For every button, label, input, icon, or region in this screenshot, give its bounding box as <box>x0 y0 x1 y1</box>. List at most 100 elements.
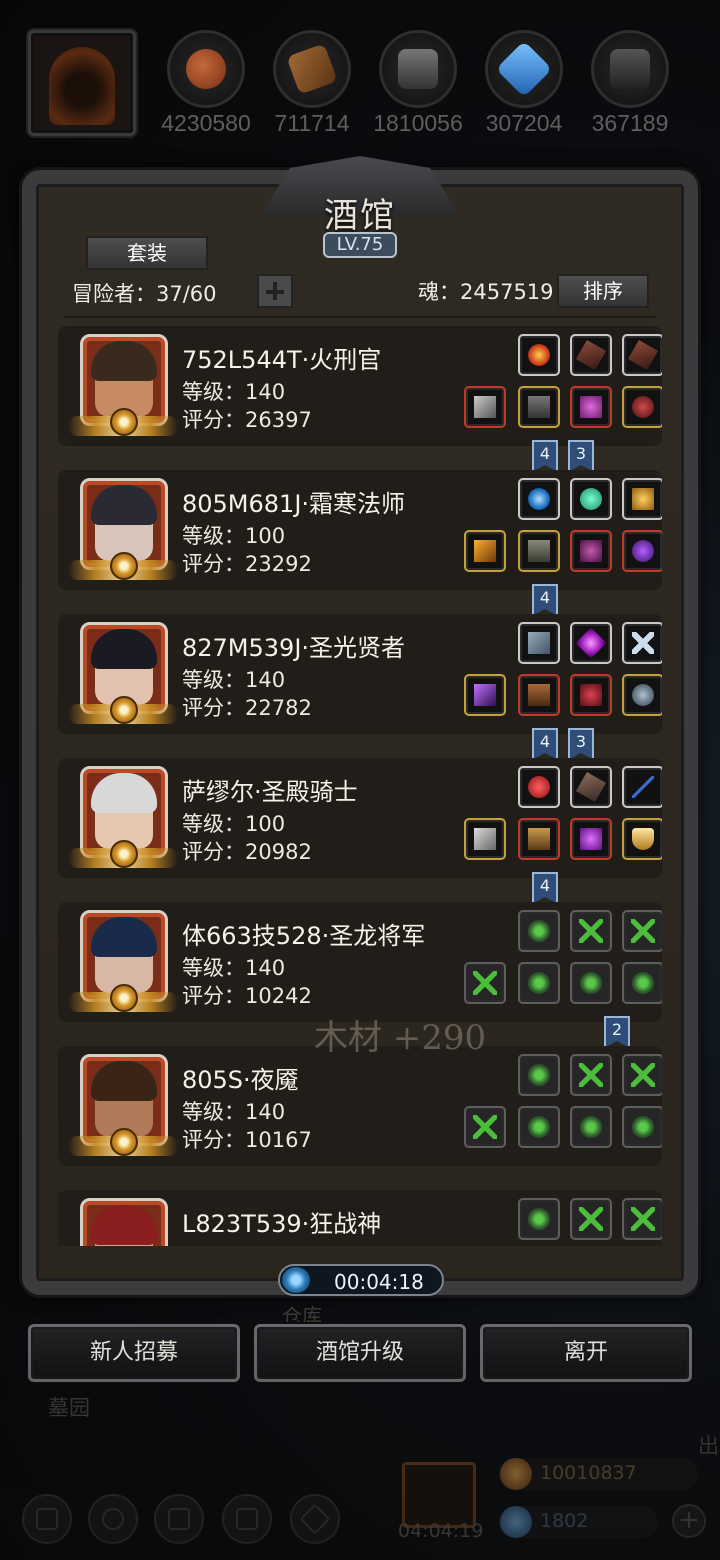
level-badge: 2 <box>604 1016 630 1048</box>
leave-button[interactable]: 离开 <box>480 1324 692 1382</box>
empty-slot-icon[interactable] <box>518 910 560 952</box>
hero-card[interactable]: L823T539·狂战神 <box>58 1190 662 1246</box>
resource-value: 367189 <box>591 110 669 136</box>
resource-meat[interactable]: 4230580 <box>156 30 256 137</box>
bow-icon[interactable] <box>622 766 662 808</box>
sort-button[interactable]: 排序 <box>557 274 649 308</box>
guild-icon[interactable] <box>154 1494 204 1544</box>
hero-list[interactable]: 752L544T·火刑官 等级：140 评分：26397 4 3 805M681… <box>58 326 662 1246</box>
stone-icon <box>610 49 650 89</box>
jade-stone-icon[interactable] <box>570 478 612 520</box>
amulet-icon[interactable] <box>570 674 612 716</box>
armor-icon[interactable] <box>518 386 560 428</box>
empty-slot-icon[interactable] <box>518 1198 560 1240</box>
hero-name: 萨缪尔·圣殿骑士 <box>182 778 358 806</box>
fire-gem-icon[interactable] <box>518 334 560 376</box>
armor-icon[interactable] <box>518 818 560 860</box>
gold-counter: 10010837 <box>498 1458 698 1490</box>
hero-name: 752L544T·火刑官 <box>182 346 382 374</box>
gold-coin-icon <box>500 1458 532 1490</box>
timer-text: 00:04:18 <box>334 1270 424 1294</box>
hero-name: 体663技528·圣龙将军 <box>182 922 426 950</box>
ring-icon[interactable] <box>622 386 662 428</box>
tavern-level-badge: LV.75 <box>323 232 397 258</box>
amulet-icon[interactable] <box>570 530 612 572</box>
pendant-icon[interactable] <box>622 530 662 572</box>
hero-card[interactable]: 体663技528·圣龙将军 等级：140 评分：10242 <box>58 902 662 1022</box>
resource-value: 711714 <box>274 110 350 136</box>
rank-emblem-icon <box>110 984 138 1012</box>
empty-slot-icon[interactable] <box>622 910 662 952</box>
empty-slot-icon[interactable] <box>518 962 560 1004</box>
ore-icon[interactable] <box>518 622 560 664</box>
hero-score: 评分：26397 <box>182 408 312 432</box>
hero-portrait <box>80 1198 168 1246</box>
rank-emblem-icon <box>110 552 138 580</box>
empty-slot-icon[interactable] <box>464 962 506 1004</box>
hero-score: 评分：10167 <box>182 1128 312 1152</box>
armor-icon[interactable] <box>518 674 560 716</box>
hero-name: L823T539·狂战神 <box>182 1210 382 1238</box>
hero-card[interactable]: 萨缪尔·圣殿骑士 等级：100 评分：20982 <box>58 758 662 878</box>
lantern-icon[interactable] <box>622 478 662 520</box>
upgrade-tavern-button[interactable]: 酒馆升级 <box>254 1324 466 1382</box>
gem-icon <box>500 1506 532 1538</box>
empty-slot-icon[interactable] <box>622 1106 662 1148</box>
hero-level: 等级：140 <box>182 668 286 692</box>
empty-slot-icon[interactable] <box>622 1054 662 1096</box>
hero-card[interactable]: 827M539J·圣光贤者 等级：140 评分：22782 <box>58 614 662 734</box>
suit-button[interactable]: 套装 <box>86 236 208 270</box>
empty-slot-icon[interactable] <box>622 962 662 1004</box>
empty-slot-icon[interactable] <box>518 1106 560 1148</box>
hero-name: 805M681J·霜寒法师 <box>182 490 406 518</box>
resource-value: 307204 <box>485 110 563 136</box>
resource-iron[interactable]: 1810056 <box>368 30 468 137</box>
add-slot-button[interactable] <box>257 274 293 308</box>
feather-charm-icon[interactable] <box>570 766 612 808</box>
level-badge: 4 <box>532 728 558 760</box>
empty-slot-icon[interactable] <box>570 1106 612 1148</box>
robe-icon[interactable] <box>518 530 560 572</box>
player-avatar[interactable] <box>28 30 136 136</box>
resource-wood[interactable]: 711714 <box>262 30 362 137</box>
hero-card[interactable]: 805M681J·霜寒法师 等级：100 评分：23292 <box>58 470 662 590</box>
add-currency-button[interactable]: + <box>672 1504 706 1538</box>
hero-level: 等级：140 <box>182 956 286 980</box>
gift-box-icon[interactable] <box>402 1462 476 1528</box>
scepter-icon[interactable] <box>464 674 506 716</box>
blue-orb-icon[interactable] <box>518 478 560 520</box>
hero-card[interactable]: 752L544T·火刑官 等级：140 评分：26397 <box>58 326 662 446</box>
map-icon[interactable] <box>290 1494 340 1544</box>
blood-gem-icon[interactable] <box>518 766 560 808</box>
resource-stone[interactable]: 367189 <box>580 30 680 137</box>
shield-icon[interactable] <box>622 818 662 860</box>
empty-slot-icon[interactable] <box>518 1054 560 1096</box>
feather-charm-icon[interactable] <box>570 334 612 376</box>
empty-slot-icon[interactable] <box>570 1198 612 1240</box>
achievements-icon[interactable] <box>88 1494 138 1544</box>
empty-slot-icon[interactable] <box>464 1106 506 1148</box>
rank-emblem-icon <box>110 408 138 436</box>
sigil-icon[interactable] <box>622 622 662 664</box>
empty-slot-icon[interactable] <box>570 910 612 952</box>
staff-weapon-icon[interactable] <box>464 530 506 572</box>
settings-gear-icon[interactable] <box>22 1494 72 1544</box>
hero-name: 805S·夜魇 <box>182 1066 299 1094</box>
mail-icon[interactable] <box>222 1494 272 1544</box>
resource-crystal[interactable]: 307204 <box>474 30 574 137</box>
empty-slot-icon[interactable] <box>570 1054 612 1096</box>
amulet-icon[interactable] <box>570 818 612 860</box>
tavern-panel: 酒馆 LV.75 套装 冒险者：37/60 魂：2457519 排序 752L5… <box>22 156 698 1295</box>
amulet-icon[interactable] <box>570 386 612 428</box>
hooded-figure-icon <box>49 47 115 125</box>
purple-crystal-icon[interactable] <box>570 622 612 664</box>
feather-charm-icon[interactable] <box>622 334 662 376</box>
tavern-timer: 00:04:18 <box>278 1264 444 1296</box>
empty-slot-icon[interactable] <box>622 1198 662 1240</box>
recruit-button[interactable]: 新人招募 <box>28 1324 240 1382</box>
axe-weapon-icon[interactable] <box>464 386 506 428</box>
hero-card[interactable]: 805S·夜魇 等级：140 评分：10167 <box>58 1046 662 1166</box>
hammer-weapon-icon[interactable] <box>464 818 506 860</box>
necklace-icon[interactable] <box>622 674 662 716</box>
empty-slot-icon[interactable] <box>570 962 612 1004</box>
